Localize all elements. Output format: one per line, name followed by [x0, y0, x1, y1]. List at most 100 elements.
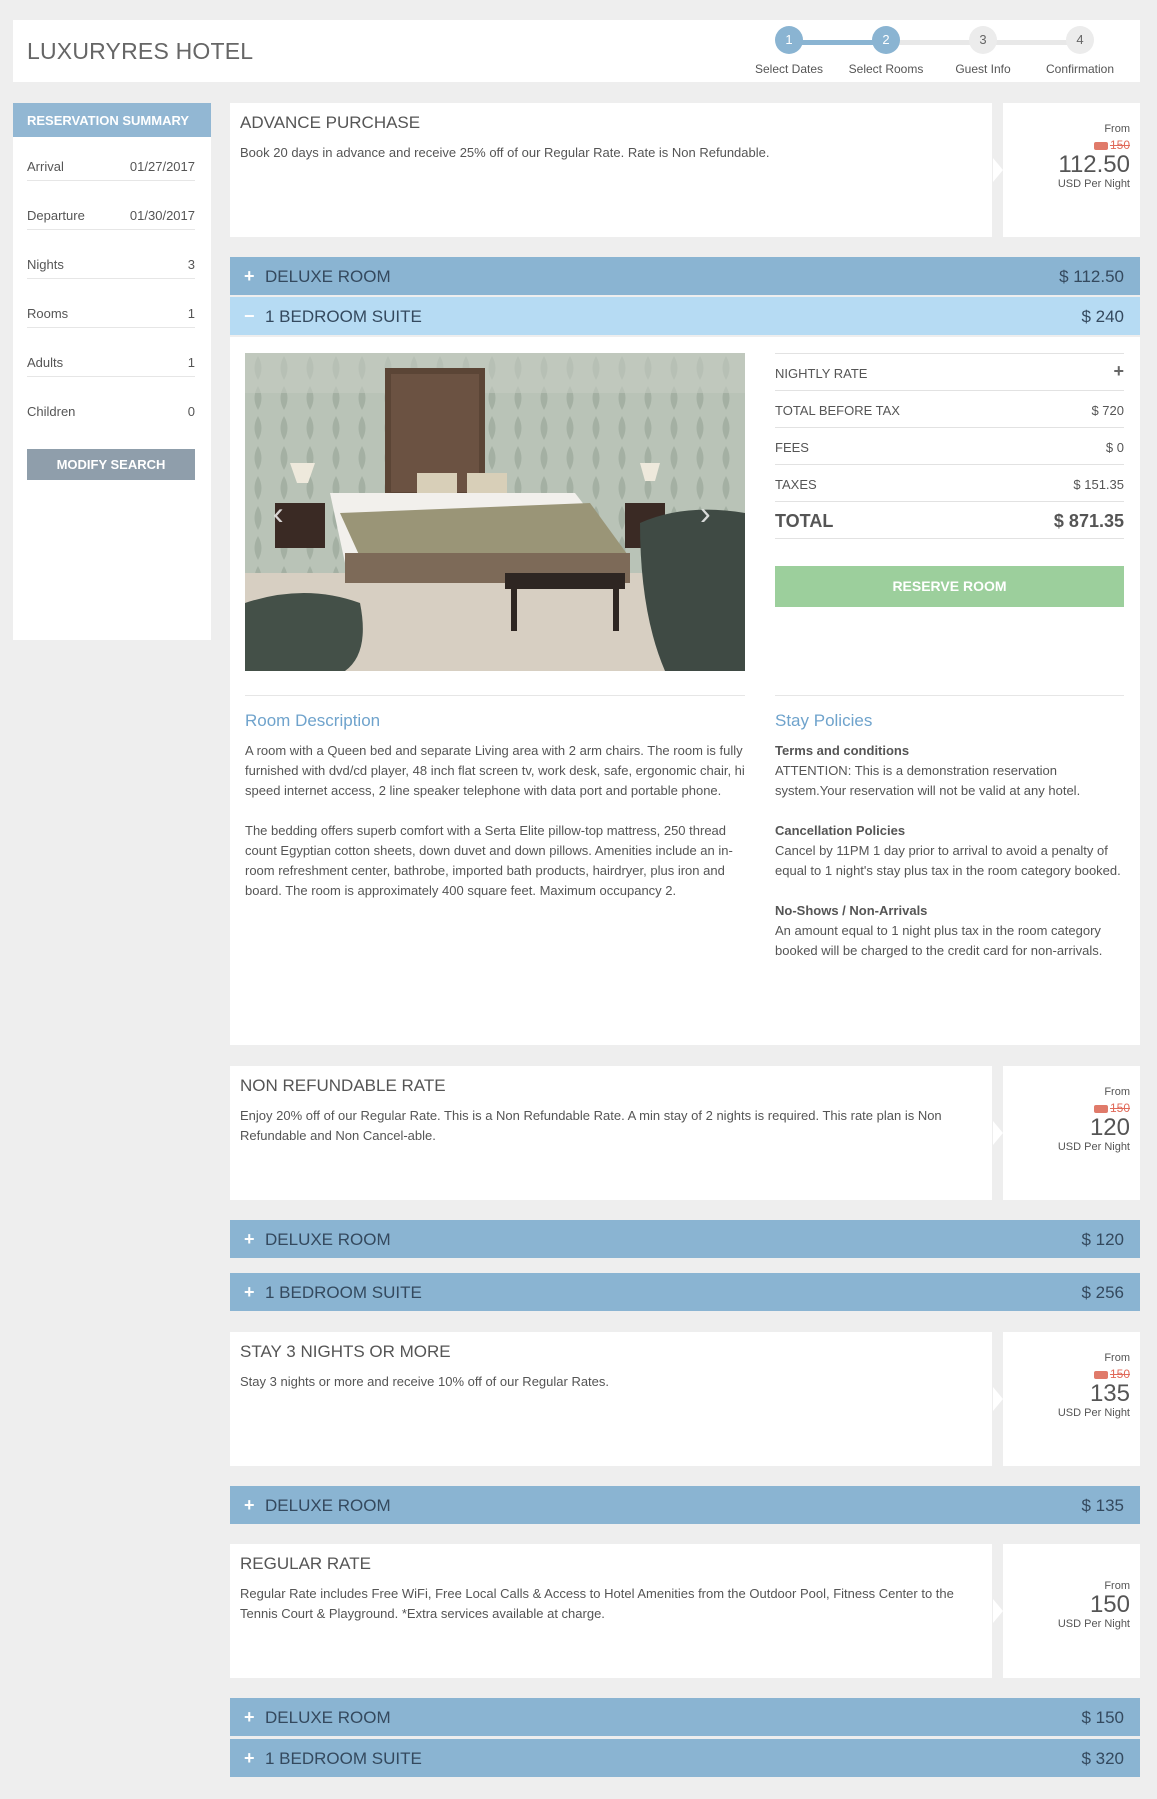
from-label: From: [1104, 1352, 1130, 1364]
suite-detail-panel: ‹ › NIGHTLY RATE + TOTAL BEFORE TAX $ 72…: [230, 337, 1140, 1045]
step-label: Confirmation: [1045, 62, 1115, 76]
room-bar-deluxe[interactable]: + DELUXE ROOM $ 135: [230, 1486, 1140, 1524]
step-label: Select Dates: [754, 62, 824, 76]
step-label: Select Rooms: [848, 62, 924, 76]
cost-label: FEES: [775, 440, 809, 455]
policy-heading: No-Shows / Non-Arrivals: [775, 903, 928, 918]
room-name: DELUXE ROOM: [265, 1708, 391, 1727]
price-tag-icon: [1093, 1370, 1108, 1379]
rate-price-box: From 150 135 USD Per Night: [993, 1332, 1140, 1466]
old-price: 150: [1003, 1101, 1130, 1115]
summary-row-children: Children 0: [27, 392, 195, 426]
per-night-label: USD Per Night: [1057, 1141, 1130, 1153]
summary-value: 1: [187, 355, 195, 370]
rate-info: STAY 3 NIGHTS OR MORE Stay 3 nights or m…: [230, 1332, 992, 1466]
step-number: 3: [969, 26, 997, 54]
rate-price: 150: [1089, 1591, 1130, 1618]
rate-price: 120: [1089, 1114, 1130, 1141]
summary-value: 3: [187, 257, 195, 272]
step-number: 2: [872, 26, 900, 54]
carousel-prev-icon[interactable]: ‹: [273, 495, 284, 532]
summary-row-arrival: Arrival 01/27/2017: [27, 147, 195, 181]
room-description-title: Room Description: [245, 711, 381, 730]
policy-body: ATTENTION: This is a demonstration reser…: [775, 763, 1081, 798]
step-guest-info: 3 Guest Info: [935, 26, 1031, 76]
old-price-value: 150: [1109, 1101, 1130, 1115]
room-name: 1 BEDROOM SUITE: [265, 307, 422, 326]
step-select-rooms[interactable]: 2 Select Rooms: [838, 26, 934, 76]
room-bar-deluxe[interactable]: + DELUXE ROOM $ 150: [230, 1698, 1140, 1736]
rate-description: Stay 3 nights or more and receive 10% of…: [240, 1374, 610, 1389]
cost-fees: FEES $ 0: [775, 427, 1124, 464]
room-bar-suite[interactable]: + 1 BEDROOM SUITE $ 320: [230, 1739, 1140, 1777]
summary-value: 1: [187, 306, 195, 321]
stay-policies: Terms and conditions ATTENTION: This is …: [775, 741, 1130, 961]
room-price: $ 150: [1081, 1708, 1124, 1727]
step-confirmation: 4 Confirmation: [1032, 26, 1128, 76]
summary-label: Adults: [27, 355, 64, 370]
room-price: $ 120: [1081, 1230, 1124, 1249]
room-name: 1 BEDROOM SUITE: [265, 1749, 422, 1768]
cost-value: $ 0: [1105, 440, 1124, 455]
summary-title: RESERVATION SUMMARY: [13, 103, 211, 137]
expand-plus-icon: +: [244, 1707, 255, 1727]
policy-heading: Terms and conditions: [775, 743, 910, 758]
summary-row-nights: Nights 3: [27, 245, 195, 279]
pointer-arrow: [993, 1121, 1003, 1145]
room-price: $ 256: [1081, 1283, 1124, 1302]
per-night-label: USD Per Night: [1057, 1618, 1130, 1630]
cost-label: NIGHTLY RATE: [775, 366, 868, 381]
room-bar-suite-expanded[interactable]: − 1 BEDROOM SUITE $ 240: [230, 297, 1140, 335]
expand-plus-icon: +: [244, 1495, 255, 1515]
summary-value: 0: [187, 404, 195, 419]
rate-description: Regular Rate includes Free WiFi, Free Lo…: [240, 1586, 954, 1621]
price-tag-icon: [1093, 141, 1108, 150]
expand-plus-icon[interactable]: +: [1113, 361, 1124, 382]
rate-title: REGULAR RATE: [240, 1554, 371, 1573]
rate-stay-3-nights: STAY 3 NIGHTS OR MORE Stay 3 nights or m…: [230, 1332, 1140, 1466]
room-bar-deluxe[interactable]: + DELUXE ROOM $ 112.50: [230, 257, 1140, 295]
summary-label: Nights: [27, 257, 64, 272]
step-select-dates[interactable]: 1 Select Dates: [741, 26, 837, 76]
reservation-summary: RESERVATION SUMMARY Arrival 01/27/2017 D…: [13, 103, 211, 640]
cost-total-before-tax: TOTAL BEFORE TAX $ 720: [775, 390, 1124, 427]
room-price: $ 135: [1081, 1496, 1124, 1515]
room-name: 1 BEDROOM SUITE: [265, 1283, 422, 1302]
expand-plus-icon: +: [244, 1748, 255, 1768]
room-price: $ 240: [1081, 307, 1124, 326]
total-value: $ 871.35: [1053, 511, 1124, 531]
collapse-minus-icon: −: [244, 306, 255, 326]
reserve-room-button[interactable]: RESERVE ROOM: [775, 566, 1124, 607]
per-night-label: USD Per Night: [1057, 178, 1130, 190]
room-name: DELUXE ROOM: [265, 267, 391, 286]
step-label: Guest Info: [955, 62, 1011, 76]
policy-heading: Cancellation Policies: [775, 823, 906, 838]
cost-label: TAXES: [775, 477, 817, 492]
hotel-brand: LUXURYRES HOTEL: [27, 38, 254, 64]
carousel-next-icon[interactable]: ›: [700, 495, 711, 532]
rate-advance-purchase: ADVANCE PURCHASE Book 20 days in advance…: [230, 103, 1140, 237]
rate-price-box: From 150 112.50 USD Per Night: [993, 103, 1140, 237]
header: LUXURYRES HOTEL 1 Select Dates 2 Select …: [13, 20, 1140, 82]
room-price: $ 320: [1081, 1749, 1124, 1768]
rate-price-box: From 150 120 USD Per Night: [993, 1066, 1140, 1200]
room-bar-deluxe[interactable]: + DELUXE ROOM $ 120: [230, 1220, 1140, 1258]
summary-label: Children: [27, 404, 76, 419]
divider: [775, 695, 1124, 696]
modify-search-button[interactable]: MODIFY SEARCH: [27, 449, 195, 480]
rate-description: Enjoy 20% off of our Regular Rate. This …: [240, 1108, 942, 1143]
cost-value: $ 151.35: [1073, 477, 1124, 492]
rate-info: NON REFUNDABLE RATE Enjoy 20% off of our…: [230, 1066, 992, 1200]
summary-row-rooms: Rooms 1: [27, 294, 195, 328]
total-label: TOTAL: [775, 511, 834, 531]
rate-info: ADVANCE PURCHASE Book 20 days in advance…: [230, 103, 992, 237]
cost-nightly-rate[interactable]: NIGHTLY RATE +: [775, 353, 1124, 390]
from-label: From: [1104, 123, 1130, 135]
cost-label: TOTAL BEFORE TAX: [775, 403, 900, 418]
room-name: DELUXE ROOM: [265, 1496, 391, 1515]
summary-label: Rooms: [27, 306, 69, 321]
room-bar-suite[interactable]: + 1 BEDROOM SUITE $ 256: [230, 1273, 1140, 1311]
old-price: 150: [1003, 1367, 1130, 1381]
stay-policies-title: Stay Policies: [775, 711, 873, 730]
room-photo-carousel: ‹ ›: [245, 353, 745, 671]
